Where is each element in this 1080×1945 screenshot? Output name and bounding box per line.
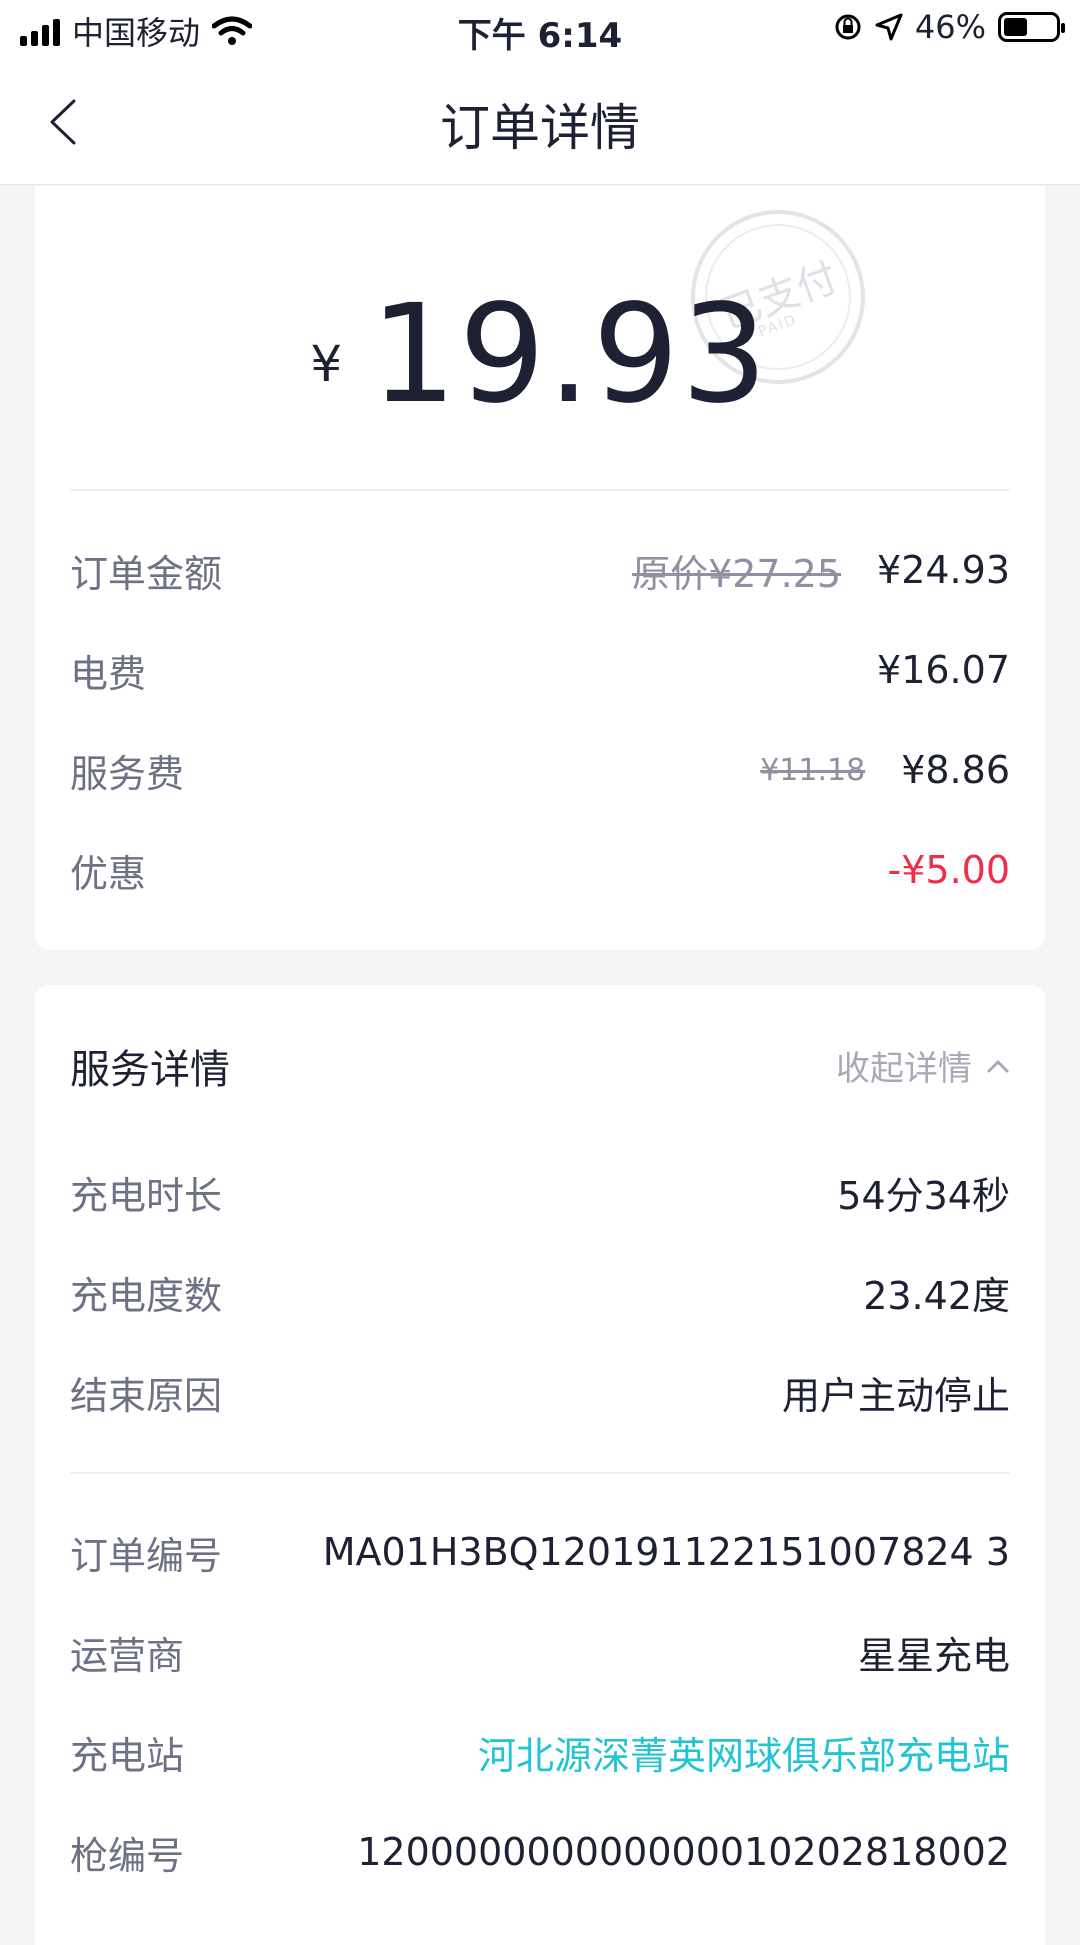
row-value: ¥24.93 bbox=[877, 548, 1010, 592]
collapse-details-label: 收起详情 bbox=[836, 1049, 972, 1089]
row-value: MA01H3BQ120191122151007824 3 bbox=[322, 1530, 1010, 1574]
row-label: 结束原因 bbox=[70, 1373, 223, 1418]
row-label: 充电度数 bbox=[70, 1273, 223, 1318]
row-label: 枪编号 bbox=[70, 1833, 185, 1878]
electricity-fee-row: 电费 ¥16.07 bbox=[70, 640, 1010, 700]
divider bbox=[70, 489, 1010, 491]
row-value: 120000000000000010202818002 bbox=[357, 1830, 1010, 1874]
row-label: 订单金额 bbox=[70, 551, 223, 596]
total-amount: ¥19.93 bbox=[35, 276, 1045, 434]
location-arrow-icon bbox=[875, 13, 903, 41]
battery-icon bbox=[998, 12, 1065, 42]
end-reason-row: 结束原因 用户主动停止 bbox=[70, 1362, 1010, 1422]
row-label: 运营商 bbox=[70, 1633, 185, 1678]
section-title: 服务详情 bbox=[70, 1047, 230, 1093]
station-link[interactable]: 河北源深菁英网球俱乐部充电站 bbox=[478, 1725, 1010, 1780]
charge-energy-row: 充电度数 23.42度 bbox=[70, 1262, 1010, 1322]
order-amount-row: 订单金额 原价¥27.25 ¥24.93 bbox=[70, 540, 1010, 600]
row-label: 服务费 bbox=[70, 751, 185, 796]
page-title: 订单详情 bbox=[440, 99, 640, 157]
row-label: 优惠 bbox=[70, 851, 147, 896]
row-label: 电费 bbox=[70, 651, 147, 696]
service-fee-row: 服务费 ¥11.18 ¥8.86 bbox=[70, 740, 1010, 800]
original-price: 原价¥27.25 bbox=[632, 551, 842, 596]
row-label: 充电时长 bbox=[70, 1173, 223, 1218]
battery-percent: 46% bbox=[914, 8, 986, 46]
operator-row: 运营商 星星充电 bbox=[70, 1622, 1010, 1682]
station-row: 充电站 河北源深菁英网球俱乐部充电站 bbox=[70, 1722, 1010, 1782]
order-number-row: 订单编号 MA01H3BQ120191122151007824 3 bbox=[70, 1522, 1010, 1582]
rotation-lock-icon bbox=[835, 14, 861, 40]
discount-value: -¥5.00 bbox=[887, 848, 1011, 892]
service-details-card: 服务详情 收起详情 充电时长 54分34秒 充电度数 23.42度 结束原因 用… bbox=[35, 985, 1045, 1945]
payment-summary-card: 已支付 PAID ¥19.93 订单金额 原价¥27.25 ¥24.93 电费 … bbox=[35, 186, 1045, 950]
row-value: 23.42度 bbox=[863, 1273, 1010, 1318]
status-bar: 中国移动 下午 6:14 46% bbox=[0, 0, 1080, 60]
chevron-up-icon bbox=[987, 1060, 1009, 1072]
row-label: 订单编号 bbox=[70, 1533, 223, 1578]
collapse-details-button[interactable]: 收起详情 bbox=[836, 1041, 1010, 1090]
row-value: 54分34秒 bbox=[837, 1173, 1010, 1218]
charge-duration-row: 充电时长 54分34秒 bbox=[70, 1162, 1010, 1222]
gun-number-row: 枪编号 120000000000000010202818002 bbox=[70, 1822, 1010, 1882]
row-value: 用户主动停止 bbox=[781, 1373, 1010, 1418]
row-value: ¥16.07 bbox=[877, 648, 1010, 692]
currency-symbol: ¥ bbox=[310, 335, 343, 393]
row-label: 充电站 bbox=[70, 1733, 185, 1778]
row-value: 星星充电 bbox=[857, 1633, 1010, 1678]
discount-row: 优惠 -¥5.00 bbox=[70, 840, 1010, 900]
divider bbox=[70, 1472, 1010, 1474]
row-value: ¥8.86 bbox=[901, 748, 1010, 792]
nav-bar: 订单详情 bbox=[0, 60, 1080, 185]
total-value: 19.93 bbox=[370, 276, 770, 434]
original-price: ¥11.18 bbox=[760, 752, 866, 788]
